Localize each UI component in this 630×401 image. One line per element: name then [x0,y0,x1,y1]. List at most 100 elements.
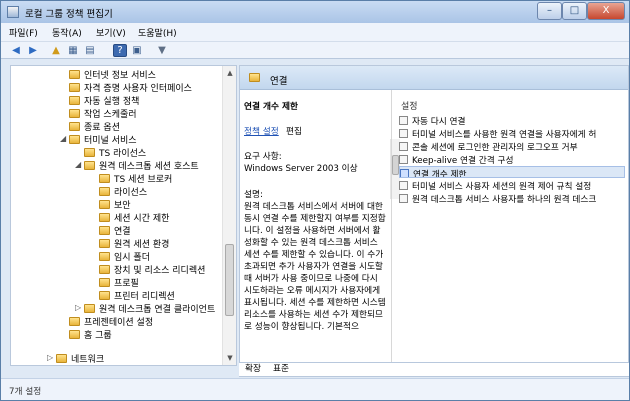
forward-icon[interactable]: ▶ [26,44,40,57]
toolbar: ◀ ▶ ▲ ▦ ▤ ? ▣ ▼ [1,42,629,59]
menu-help[interactable]: 도움말(H) [138,26,177,39]
tree-item[interactable]: 원격 데스크톱 연결 클라이언트 [84,302,215,315]
setting-row[interactable]: 콘솔 세션에 로그인한 관리자의 로그오프 거부 [399,140,625,152]
tree-item[interactable]: 장치 및 리소스 리디렉션 [99,263,205,276]
tree-item[interactable]: 작업 스케줄러 [69,107,137,120]
tree-item-label: 장치 및 리소스 리디렉션 [114,266,206,276]
up-folder-icon[interactable]: ▲ [49,44,63,57]
title-bar[interactable]: 로컬 그룹 정책 편집기 – □ X [1,1,629,23]
tree-item[interactable]: 네트워크 [56,352,104,365]
folder-icon [99,265,110,274]
minimize-button[interactable]: – [537,2,562,20]
tree-item-label: 연결 [114,227,131,237]
tree-item[interactable]: 원격 세션 환경 [99,237,169,250]
pane-title: 연결 [270,76,288,87]
scroll-up-icon[interactable]: ▲ [223,66,236,80]
details-pane: 연결 연결 개수 제한 정책 설정 편집 요구 사항: Windows Serv… [239,65,629,377]
window-title: 로컬 그룹 정책 편집기 [25,9,113,20]
tree-item[interactable]: 프로필 [99,276,139,289]
tree-item[interactable]: 종료 옵션 [69,120,120,133]
tree-item-selected[interactable]: 연결 [99,224,131,237]
setting-row[interactable]: Keep-alive 연결 간격 구성 [399,153,625,165]
folder-icon [99,278,110,287]
tree-item[interactable]: 인터넷 정보 서비스 [69,68,156,81]
tree-item-label: 원격 데스크톱 세션 호스트 [99,162,199,172]
show-hide-tree-icon[interactable]: ▦ [66,44,80,57]
tree-item[interactable]: 자격 증명 사용자 인터페이스 [69,81,192,94]
help-icon[interactable]: ? [113,44,127,57]
tree-scrollbar[interactable]: ▲ ▼ [222,66,236,365]
settings-list[interactable]: 설정 자동 다시 연결 터미널 서비스를 사용한 원격 연결을 사용자에게 허 … [395,91,628,376]
maximize-button[interactable]: □ [562,2,587,20]
open-folder-icon [249,73,260,82]
tree-item-label: 네트워크 [71,355,105,365]
collapse-arrow-icon[interactable]: ◢ [60,135,68,143]
tree-item[interactable]: 프레젠테이션 설정 [69,315,153,328]
tab-extended[interactable]: 확장 [245,363,261,375]
setting-label: 콘솔 세션에 로그인한 관리자의 로그오프 거부 [412,143,578,152]
collapse-arrow-icon[interactable]: ◢ [75,161,83,169]
folder-icon [99,187,110,196]
setting-label: 자동 다시 연결 [412,117,466,126]
setting-row-selected[interactable]: 연결 개수 제한 [399,166,625,178]
tree-item-label: 프레젠테이션 설정 [84,318,154,328]
tree-item[interactable]: 터미널 서비스 [69,133,137,146]
setting-row[interactable]: 자동 다시 연결 [399,114,625,126]
folder-icon [99,291,110,300]
settings-column-header[interactable]: 설정 [401,99,418,112]
tree-item-label: 임시 폴더 [114,253,150,263]
filter-icon[interactable]: ▼ [155,44,169,57]
tree-item-label: 프린터 리디렉션 [114,292,175,302]
tree-item-label: 라이선스 [114,188,148,198]
view-icon[interactable]: ▣ [130,44,144,57]
menu-view[interactable]: 보기(V) [96,26,126,39]
tree-item-label: 홈 그룹 [84,331,112,341]
setting-row[interactable]: 터미널 서비스를 사용한 원격 연결을 사용자에게 허 [399,127,625,139]
tree-item[interactable]: 임시 폴더 [99,250,150,263]
pane-header: 연결 [240,66,628,90]
tree-item-label: 인터넷 정보 서비스 [84,71,156,81]
tree-item[interactable]: 라이선스 [99,185,147,198]
properties-icon[interactable]: ▤ [83,44,97,57]
menu-action[interactable]: 동작(A) [52,26,82,39]
pane-divider[interactable] [391,90,392,375]
tree-item[interactable]: 자동 실행 정책 [69,94,139,107]
policy-setting-icon [400,169,409,177]
policy-setting-icon [399,181,408,190]
tab-standard[interactable]: 표준 [273,363,289,375]
tree-item-label: 터미널 서비스 [84,136,137,146]
setting-label: 연결 개수 제한 [413,170,467,178]
menu-file[interactable]: 파일(F) [9,26,38,39]
folder-icon [69,96,80,105]
tree-item[interactable]: 보안 [99,198,131,211]
folder-icon [69,122,80,131]
scroll-down-icon[interactable]: ▼ [223,351,236,365]
view-tabs: 확장 표준 [239,362,629,376]
requirements-label: 요구 사항: [244,152,282,162]
expand-arrow-icon[interactable]: ▷ [47,354,55,362]
back-icon[interactable]: ◀ [9,44,23,57]
close-button[interactable]: X [587,2,625,20]
tree-item[interactable]: 원격 데스크톱 세션 호스트 [84,159,199,172]
policy-tree[interactable]: 인터넷 정보 서비스 자격 증명 사용자 인터페이스 자동 실행 정책 작업 스… [10,65,237,366]
description-label: 설명: [244,190,263,200]
setting-label: 원격 데스크톱 서비스 사용자를 하나의 원격 데스크 [412,195,597,204]
status-bar: 7개 설정 [1,378,629,400]
tree-item[interactable]: TS 세션 브로커 [99,172,172,185]
tree-item[interactable]: TS 라이선스 [84,146,146,159]
setting-row[interactable]: 터미널 서비스 사용자 세션의 원격 제어 규칙 설정 [399,179,625,191]
tree-item-label: 원격 세션 환경 [114,240,170,250]
folder-icon [69,109,80,118]
policy-editor-icon [7,6,19,18]
tree-item[interactable]: 홈 그룹 [69,328,112,341]
tree-item[interactable]: 세션 시간 제한 [99,211,169,224]
expand-arrow-icon[interactable]: ▷ [75,304,83,312]
tree-scroll-thumb[interactable] [225,244,234,316]
edit-policy-link[interactable]: 정책 설정 [244,126,279,138]
description-body: 원격 데스크톱 서비스에서 서버에 대한 동시 연결 수를 제한할지 여부를 지… [244,202,386,332]
folder-icon [84,161,95,170]
policy-setting-icon [399,142,408,151]
tree-item[interactable]: 프린터 리디렉션 [99,289,175,302]
policy-title: 연결 개수 제한 [244,102,299,112]
setting-row[interactable]: 원격 데스크톱 서비스 사용자를 하나의 원격 데스크 [399,192,625,204]
